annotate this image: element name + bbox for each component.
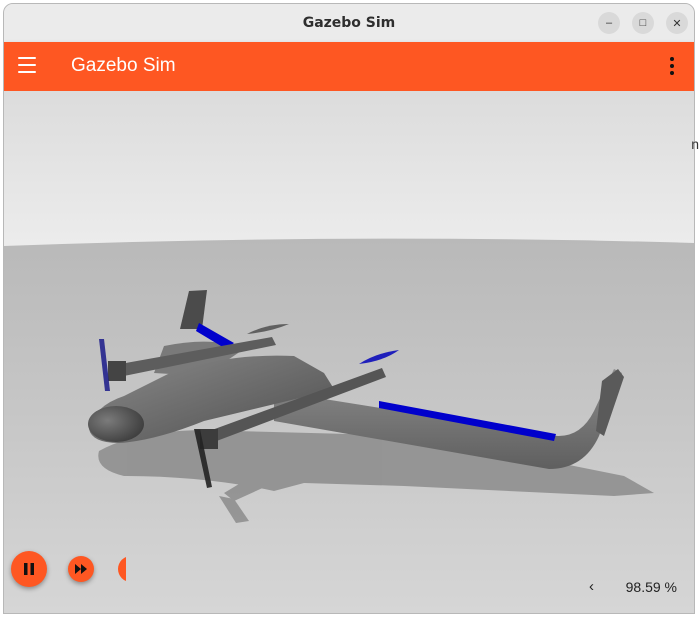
overflow-menu-button[interactable] xyxy=(670,57,674,77)
left-motor-pod xyxy=(108,361,126,381)
app-toolbar: Gazebo Sim xyxy=(4,42,694,91)
hamburger-icon-line xyxy=(18,71,36,73)
window-title: Gazebo Sim xyxy=(302,15,396,31)
step-button[interactable] xyxy=(68,556,94,582)
kebab-icon-dot xyxy=(670,64,674,68)
partial-button-circle xyxy=(118,556,126,582)
menu-button[interactable] xyxy=(18,57,36,75)
hamburger-icon-line xyxy=(18,64,36,66)
window-titlebar[interactable]: Gazebo Sim – □ ✕ xyxy=(4,4,694,43)
background-window-text: n xyxy=(691,136,699,152)
sky xyxy=(4,91,694,246)
close-icon: ✕ xyxy=(672,17,682,30)
app-window: Gazebo Sim – □ ✕ Gazebo Sim ‹ 98.59 % xyxy=(3,3,695,614)
real-time-factor: 98.59 % xyxy=(625,579,677,595)
fast-forward-icon xyxy=(75,564,87,574)
minimize-icon: – xyxy=(605,17,613,29)
pause-icon xyxy=(24,563,34,575)
maximize-icon: □ xyxy=(639,17,647,29)
kebab-icon xyxy=(670,57,674,61)
close-button[interactable]: ✕ xyxy=(666,12,688,34)
minimize-button[interactable]: – xyxy=(598,12,620,34)
hamburger-icon xyxy=(18,57,36,59)
maximize-button[interactable]: □ xyxy=(632,12,654,34)
nose-cone xyxy=(88,406,144,442)
app-title: Gazebo Sim xyxy=(71,55,176,76)
3d-scene-viewport[interactable]: ‹ 98.59 % xyxy=(4,91,695,614)
scene-render[interactable] xyxy=(4,91,695,614)
partially-hidden-button[interactable] xyxy=(118,556,126,582)
play-pause-button[interactable] xyxy=(11,551,47,587)
kebab-icon-dot xyxy=(670,71,674,75)
collapse-rtf-button[interactable]: ‹ xyxy=(589,578,594,595)
